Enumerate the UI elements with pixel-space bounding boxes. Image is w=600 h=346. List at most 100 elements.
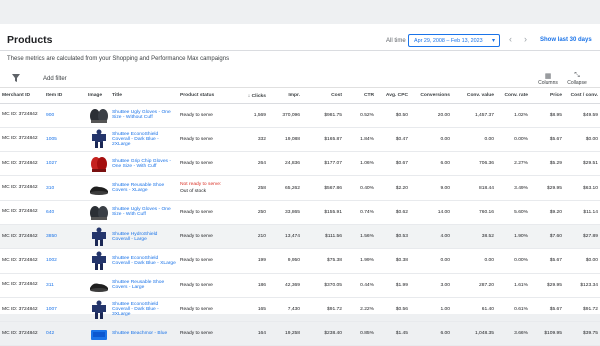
table-row[interactable]: MC ID: 3724842 1007 ShuBee EconoShield C… bbox=[0, 297, 600, 323]
product-title-link[interactable]: ShuBee Reusable Shoe Covers - Large bbox=[110, 273, 178, 298]
product-title-link[interactable]: ShuBee Ugly Gloves - One Size - With Cuf… bbox=[110, 200, 178, 225]
date-range-picker[interactable]: Apr 29, 2008 – Feb 13, 2023 ▾ bbox=[408, 34, 500, 47]
status-text: Ready to serve bbox=[180, 136, 213, 142]
clicks-cell: 186 bbox=[236, 273, 268, 298]
cost-cell: $165.87 bbox=[302, 127, 344, 153]
column-header[interactable]: Title bbox=[110, 89, 178, 104]
merchant-id-cell: MC ID: 3724842 bbox=[0, 248, 44, 274]
columns-label: Columns bbox=[538, 80, 558, 86]
column-header[interactable]: Item ID bbox=[44, 89, 86, 104]
status-text: Ready to serve bbox=[180, 282, 213, 288]
ctr-cell: 0.74% bbox=[344, 200, 376, 225]
next-period-icon[interactable]: › bbox=[524, 34, 527, 44]
column-header[interactable]: Impr. bbox=[268, 89, 302, 104]
item-id-link[interactable]: 1007 bbox=[44, 297, 86, 323]
merchant-id-cell: MC ID: 3724842 bbox=[0, 273, 44, 298]
table-row[interactable]: MC ID: 3724842 1005 ShuBee EconoShield C… bbox=[0, 127, 600, 153]
column-header[interactable]: Conv. rate bbox=[496, 89, 530, 104]
boot-cover-thumbnail bbox=[91, 329, 107, 340]
column-header[interactable]: CTR bbox=[344, 89, 376, 104]
merchant-id-cell: MC ID: 3724842 bbox=[0, 224, 44, 250]
product-title-link[interactable]: ShuBee HydroShield Coverall - Large bbox=[110, 224, 178, 250]
product-title-link[interactable]: ShuBee Grip Chip Gloves - One Size - Wit… bbox=[110, 151, 178, 177]
price-cell: $5.67 bbox=[530, 127, 564, 153]
column-header[interactable]: Image bbox=[86, 89, 110, 104]
column-header[interactable]: Conv. value bbox=[452, 89, 496, 104]
product-title-link[interactable]: ShuBee Reusable Shoe Covers - XLarge bbox=[110, 175, 178, 201]
status-note: Out of stock bbox=[180, 189, 207, 195]
conversions-cell: 0.00 bbox=[410, 127, 452, 153]
cost-per-conv-cell: $0.00 bbox=[564, 248, 600, 274]
product-status-cell: Ready to serve bbox=[178, 127, 236, 153]
item-id-link[interactable]: 1027 bbox=[44, 151, 86, 177]
status-text: Ready to serve bbox=[180, 161, 213, 167]
column-header[interactable]: Merchant ID bbox=[0, 89, 44, 104]
product-title-link[interactable]: ShuBee EconoShield Coverall - Dark Blue … bbox=[110, 297, 178, 323]
product-title-link[interactable]: ShuBee Ugly Gloves - One Size - Without … bbox=[110, 103, 178, 128]
cost-cell: $238.40 bbox=[302, 321, 344, 346]
impressions-cell: 19,258 bbox=[268, 321, 302, 346]
column-header[interactable]: Price bbox=[530, 89, 564, 104]
column-header[interactable]: Product status bbox=[178, 89, 236, 104]
product-image bbox=[86, 200, 110, 225]
add-filter-button[interactable]: Add filter bbox=[43, 76, 67, 82]
avg-cpc-cell: $1.99 bbox=[376, 273, 410, 298]
item-id-link[interactable]: 042 bbox=[44, 321, 86, 346]
merchant-id-cell: MC ID: 3724842 bbox=[0, 103, 44, 128]
show-last-30-days-link[interactable]: Show last 30 days bbox=[540, 37, 592, 43]
filter-bar: Add filter ▦ Columns ⤡ Collapse bbox=[0, 70, 600, 88]
price-cell: $9.20 bbox=[530, 200, 564, 225]
item-id-link[interactable]: 3850 bbox=[44, 224, 86, 250]
products-table: Merchant ID Item ID Image Title Product … bbox=[0, 89, 600, 346]
price-cell: $109.95 bbox=[530, 321, 564, 346]
conv-value-cell: 38.52 bbox=[452, 224, 496, 250]
product-title-link[interactable]: ShuBee EconoShield Coverall - Dark Blue … bbox=[110, 248, 178, 274]
filter-icon[interactable] bbox=[12, 74, 20, 84]
impressions-cell: 19,088 bbox=[268, 127, 302, 153]
conv-value-cell: 287.20 bbox=[452, 273, 496, 298]
column-header[interactable]: Avg. CPC bbox=[376, 89, 410, 104]
item-id-link[interactable]: 640 bbox=[44, 200, 86, 225]
previous-period-icon[interactable]: ‹ bbox=[509, 34, 512, 44]
item-id-link[interactable]: 1005 bbox=[44, 127, 86, 153]
column-header[interactable]: Conversions bbox=[410, 89, 452, 104]
merchant-id-cell: MC ID: 3724842 bbox=[0, 127, 44, 153]
collapse-label: Collapse bbox=[567, 80, 587, 86]
price-cell: $5.67 bbox=[530, 248, 564, 274]
ctr-cell: 1.99% bbox=[344, 248, 376, 274]
conv-value-cell: 0.00 bbox=[452, 127, 496, 153]
ctr-cell: 1.56% bbox=[344, 224, 376, 250]
avg-cpc-cell: $0.56 bbox=[376, 297, 410, 323]
item-id-link[interactable]: 310 bbox=[44, 175, 86, 201]
columns-button[interactable]: ▦ Columns bbox=[533, 72, 563, 86]
table-row[interactable]: MC ID: 3724842 1002 ShuBee EconoShield C… bbox=[0, 248, 600, 274]
column-header[interactable]: Cost / conv. bbox=[564, 89, 600, 104]
ctr-cell: 2.22% bbox=[344, 297, 376, 323]
product-title-link[interactable]: ShuBee EconoShield Coverall - Dark Blue … bbox=[110, 127, 178, 153]
product-image bbox=[86, 297, 110, 323]
ctr-cell: 0.85% bbox=[344, 321, 376, 346]
collapse-button[interactable]: ⤡ Collapse bbox=[562, 72, 592, 86]
product-status-cell: Ready to serve bbox=[178, 248, 236, 274]
product-title-link[interactable]: ShuBee Beachmor - Blue bbox=[110, 321, 178, 346]
table-row[interactable]: MC ID: 3724842 311 ShuBee Reusable Shoe … bbox=[0, 273, 600, 298]
status-text: Ready to serve bbox=[180, 112, 213, 118]
item-id-link[interactable]: 1002 bbox=[44, 248, 86, 274]
status-text: Not ready to serve: bbox=[180, 182, 222, 188]
conv-rate-cell: 0.00% bbox=[496, 248, 530, 274]
item-id-link[interactable]: 900 bbox=[44, 103, 86, 128]
table-row[interactable]: MC ID: 3724842 3850 ShuBee HydroShield C… bbox=[0, 224, 600, 250]
table-row[interactable]: MC ID: 3724842 900 ShuBee Ugly Gloves - … bbox=[0, 103, 600, 128]
column-header[interactable]: Cost bbox=[302, 89, 344, 104]
table-row[interactable]: MC ID: 3724842 310 ShuBee Reusable Shoe … bbox=[0, 175, 600, 201]
table-header-row: Merchant ID Item ID Image Title Product … bbox=[0, 89, 600, 104]
column-header-sorted[interactable]: ↓ Clicks bbox=[236, 89, 268, 104]
table-row[interactable]: MC ID: 3724842 640 ShuBee Ugly Gloves - … bbox=[0, 200, 600, 225]
table-row[interactable]: MC ID: 3724842 042 ShuBee Beachmor - Blu… bbox=[0, 321, 600, 346]
ctr-cell: 0.40% bbox=[344, 175, 376, 201]
status-text: Ready to serve bbox=[180, 307, 213, 313]
avg-cpc-cell: $0.62 bbox=[376, 200, 410, 225]
conv-value-cell: 760.16 bbox=[452, 200, 496, 225]
item-id-link[interactable]: 311 bbox=[44, 273, 86, 298]
table-row[interactable]: MC ID: 3724842 1027 ShuBee Grip Chip Glo… bbox=[0, 151, 600, 177]
